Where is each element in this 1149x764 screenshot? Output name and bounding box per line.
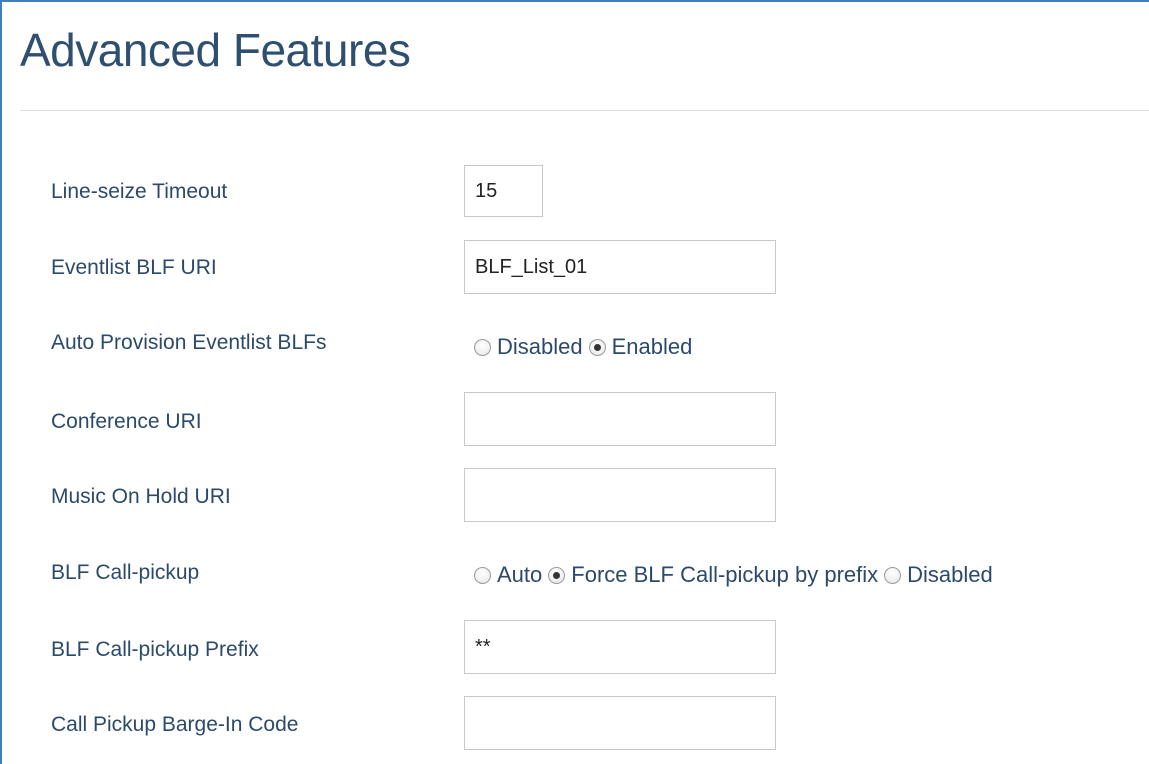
auto-provision-disabled-label: Disabled <box>497 334 583 359</box>
page-title: Advanced Features <box>20 24 411 76</box>
blf-call-pickup-force-label: Force BLF Call-pickup by prefix <box>571 562 879 587</box>
auto-provision-eventlist-blfs-row: Auto Provision Eventlist BLFs Disabled E… <box>2 320 1149 376</box>
call-pickup-barge-in-code-input[interactable] <box>464 696 776 750</box>
music-on-hold-uri-input[interactable] <box>464 468 776 522</box>
blf-call-pickup-force-radio[interactable] <box>548 566 566 584</box>
eventlist-blf-uri-input[interactable] <box>464 240 776 294</box>
blf-call-pickup-prefix-row: BLF Call-pickup Prefix <box>2 620 1149 676</box>
blf-call-pickup-force-option[interactable]: Force BLF Call-pickup by prefix <box>548 562 878 588</box>
eventlist-blf-uri-row: Eventlist BLF URI <box>2 238 1149 294</box>
auto-provision-disabled-option[interactable]: Disabled <box>474 334 583 360</box>
auto-provision-eventlist-blfs-label: Auto Provision Eventlist BLFs <box>51 331 327 354</box>
line-seize-timeout-label: Line-seize Timeout <box>51 180 228 203</box>
blf-call-pickup-auto-label: Auto <box>497 562 543 587</box>
call-pickup-barge-in-code-row: Call Pickup Barge-In Code <box>2 696 1149 752</box>
blf-call-pickup-disabled-option[interactable]: Disabled <box>884 562 993 588</box>
conference-uri-label: Conference URI <box>51 410 202 433</box>
auto-provision-enabled-radio[interactable] <box>588 338 606 356</box>
blf-call-pickup-auto-radio[interactable] <box>474 566 491 584</box>
blf-call-pickup-disabled-radio[interactable] <box>884 566 902 584</box>
auto-provision-enabled-option[interactable]: Enabled <box>588 334 693 360</box>
auto-provision-enabled-label: Enabled <box>611 334 693 359</box>
blf-call-pickup-disabled-label: Disabled <box>907 562 993 587</box>
line-seize-timeout-row: Line-seize Timeout <box>2 163 1149 219</box>
music-on-hold-uri-row: Music On Hold URI <box>2 468 1149 524</box>
title-divider <box>20 110 1149 111</box>
blf-call-pickup-label: BLF Call-pickup <box>51 561 200 584</box>
blf-call-pickup-row: BLF Call-pickup Auto Force BLF Call-pick… <box>2 552 1149 608</box>
eventlist-blf-uri-label: Eventlist BLF URI <box>51 256 217 279</box>
music-on-hold-uri-label: Music On Hold URI <box>51 485 231 508</box>
call-pickup-barge-in-code-label: Call Pickup Barge-In Code <box>51 713 299 736</box>
auto-provision-disabled-radio[interactable] <box>474 338 491 356</box>
blf-call-pickup-radio-group: Auto Force BLF Call-pickup by prefix Dis… <box>474 562 999 588</box>
blf-call-pickup-auto-option[interactable]: Auto <box>474 562 542 588</box>
advanced-features-panel: Advanced Features Line-seize Timeout Eve… <box>0 0 1149 764</box>
conference-uri-row: Conference URI <box>2 392 1149 448</box>
auto-provision-eventlist-blfs-radio-group: Disabled Enabled <box>474 334 698 360</box>
blf-call-pickup-prefix-label: BLF Call-pickup Prefix <box>51 638 259 661</box>
blf-call-pickup-prefix-input[interactable] <box>464 620 776 674</box>
line-seize-timeout-input[interactable] <box>464 165 543 217</box>
conference-uri-input[interactable] <box>464 392 776 446</box>
